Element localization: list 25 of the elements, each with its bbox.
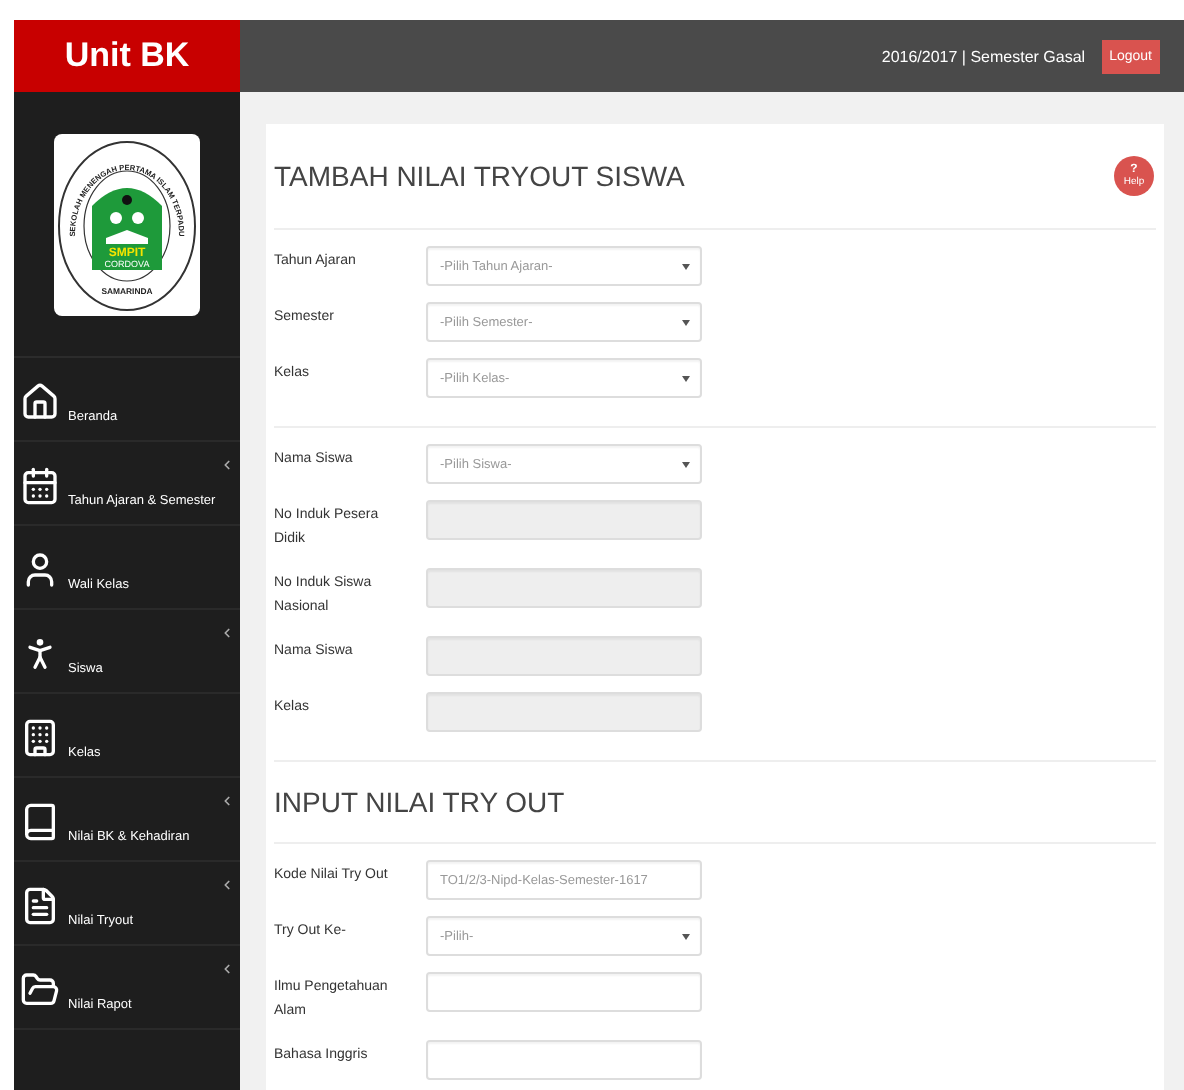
calendar-icon <box>20 464 60 508</box>
section-title: INPUT NILAI TRY OUT <box>274 786 565 818</box>
document-icon <box>20 884 60 928</box>
input-field[interactable] <box>426 972 702 1012</box>
chevron-icon <box>220 962 234 976</box>
session-text: 2016/2017 | Semester Gasal <box>881 47 1086 65</box>
building-icon <box>20 716 60 760</box>
input-field[interactable] <box>426 692 702 732</box>
section-title: TAMBAH NILAI TRYOUT SISWA <box>274 160 685 192</box>
caret-icon <box>682 318 690 326</box>
caret-icon <box>682 374 690 382</box>
chevron-icon <box>220 794 234 808</box>
chevron-icon <box>220 626 234 640</box>
house-icon <box>20 380 60 424</box>
book-icon <box>20 800 60 844</box>
input-field[interactable] <box>426 636 702 676</box>
chevron-icon <box>220 458 234 472</box>
caret-icon <box>682 262 690 270</box>
input-field[interactable] <box>426 568 702 608</box>
input-field[interactable] <box>426 1040 702 1080</box>
chevron-icon <box>220 878 234 892</box>
caret-icon <box>682 460 690 468</box>
caret-icon <box>682 932 690 940</box>
input-field[interactable] <box>426 500 702 540</box>
brand-title: Unit BK <box>14 20 240 92</box>
